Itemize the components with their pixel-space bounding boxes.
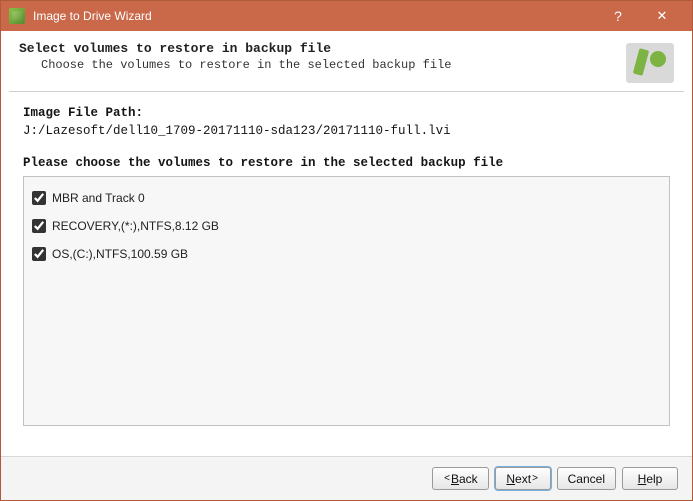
app-icon: [9, 8, 25, 24]
next-label-u: N: [506, 472, 515, 486]
help-button[interactable]: Help: [622, 467, 678, 490]
back-label-u: B: [451, 472, 459, 486]
back-button[interactable]: < Back: [432, 467, 489, 490]
volume-checkbox[interactable]: [32, 191, 46, 205]
volume-label: MBR and Track 0: [52, 191, 145, 205]
image-path-value: J:/Lazesoft/dell10_1709-20171110-sda123/…: [23, 124, 670, 138]
volume-row[interactable]: RECOVERY,(*:),NTFS,8.12 GB: [32, 219, 661, 233]
help-label-rest: elp: [646, 472, 662, 486]
volume-label: RECOVERY,(*:),NTFS,8.12 GB: [52, 219, 219, 233]
next-label-rest: ext: [515, 472, 531, 486]
volume-row[interactable]: OS,(C:),NTFS,100.59 GB: [32, 247, 661, 261]
titlebar-help-button[interactable]: ?: [596, 1, 640, 31]
header-subtext: Choose the volumes to restore in the sel…: [41, 58, 626, 72]
wizard-footer: < Back Next > Cancel Help: [1, 456, 692, 500]
volume-checkbox[interactable]: [32, 219, 46, 233]
titlebar-close-button[interactable]: ✕: [640, 1, 684, 31]
wizard-content: Image File Path: J:/Lazesoft/dell10_1709…: [1, 92, 692, 456]
chevron-left-icon: <: [444, 473, 450, 484]
back-label-rest: ack: [459, 472, 478, 486]
volume-instruction: Please choose the volumes to restore in …: [23, 156, 670, 170]
next-button[interactable]: Next >: [495, 467, 551, 490]
volume-row[interactable]: MBR and Track 0: [32, 191, 661, 205]
wizard-header: Select volumes to restore in backup file…: [1, 31, 692, 91]
titlebar: Image to Drive Wizard ? ✕: [1, 1, 692, 31]
volume-list: MBR and Track 0 RECOVERY,(*:),NTFS,8.12 …: [23, 176, 670, 426]
image-path-label: Image File Path:: [23, 106, 670, 120]
volume-label: OS,(C:),NTFS,100.59 GB: [52, 247, 188, 261]
wizard-window: Image to Drive Wizard ? ✕ Select volumes…: [0, 0, 693, 501]
window-title: Image to Drive Wizard: [33, 9, 596, 23]
header-heading: Select volumes to restore in backup file: [19, 41, 626, 56]
cancel-button[interactable]: Cancel: [557, 467, 616, 490]
drive-tools-icon: [626, 43, 674, 83]
volume-checkbox[interactable]: [32, 247, 46, 261]
chevron-right-icon: >: [532, 473, 538, 484]
